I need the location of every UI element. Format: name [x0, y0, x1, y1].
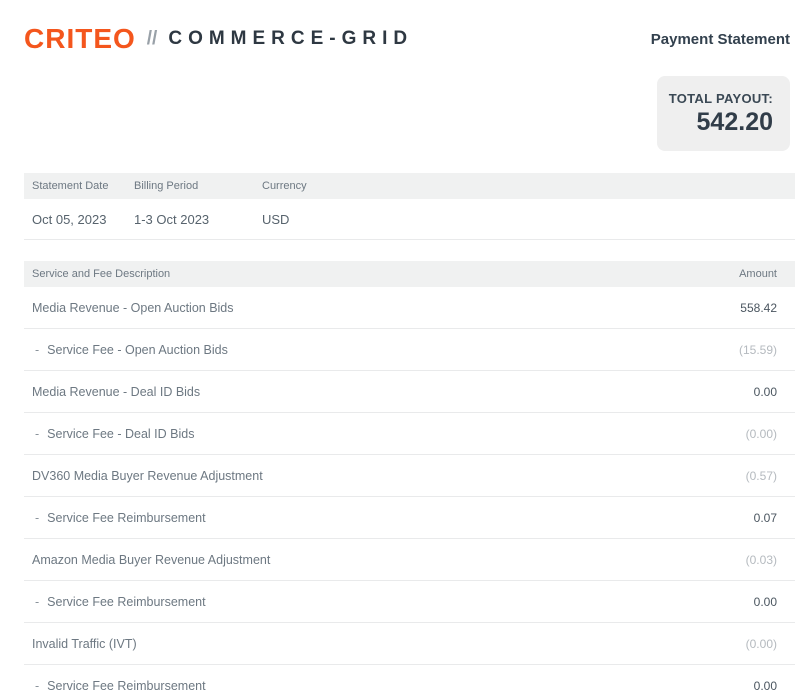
- indent-dash-marker: -: [35, 595, 39, 609]
- fee-amount: (15.59): [739, 343, 777, 357]
- total-payout-label: TOTAL PAYOUT:: [657, 91, 773, 106]
- fee-amount: 0.00: [754, 595, 777, 609]
- fee-table-row: - Service Fee - Open Auction Bids (15.59…: [24, 329, 795, 371]
- indent-dash-marker: -: [35, 679, 39, 693]
- fee-description: - Service Fee - Open Auction Bids: [32, 343, 228, 357]
- fees-table: Service and Fee Description Amount - Med…: [24, 261, 795, 697]
- fee-amount: (0.57): [746, 469, 777, 483]
- fee-table-row: - Service Fee Reimbursement 0.07: [24, 497, 795, 539]
- logo-separator-slashes: //: [147, 28, 158, 50]
- indent-dash-marker: -: [35, 427, 39, 441]
- fee-table-row: - Amazon Media Buyer Revenue Adjustment …: [24, 539, 795, 581]
- fee-description: - Service Fee Reimbursement: [32, 679, 206, 693]
- statement-info-table: Statement Date Billing Period Currency O…: [24, 173, 795, 240]
- payment-statement-page: CRITEO // COMMERCE-GRID Payment Statemen…: [0, 0, 811, 697]
- total-payout-box: TOTAL PAYOUT: 542.20: [657, 76, 790, 151]
- fees-table-header-row: Service and Fee Description Amount: [24, 261, 795, 287]
- fee-description: - Media Revenue - Open Auction Bids: [32, 301, 234, 315]
- statement-info-value-row: Oct 05, 2023 1-3 Oct 2023 USD: [24, 199, 795, 240]
- fee-description: - Service Fee - Deal ID Bids: [32, 427, 194, 441]
- criteo-logo: CRITEO: [24, 23, 136, 55]
- fee-table-row: - Media Revenue - Open Auction Bids 558.…: [24, 287, 795, 329]
- fee-table-row: - DV360 Media Buyer Revenue Adjustment (…: [24, 455, 795, 497]
- fee-description: - Media Revenue - Deal ID Bids: [32, 385, 200, 399]
- fee-table-row: - Service Fee Reimbursement 0.00: [24, 581, 795, 623]
- fee-amount: (0.00): [746, 637, 777, 651]
- service-fee-description-header: Service and Fee Description: [32, 268, 170, 280]
- amount-header: Amount: [739, 268, 777, 280]
- fee-amount: (0.03): [746, 553, 777, 567]
- indent-dash-marker: -: [35, 343, 39, 357]
- billing-period-value: 1-3 Oct 2023: [134, 212, 262, 227]
- payout-section: TOTAL PAYOUT: 542.20: [0, 76, 811, 151]
- currency-header: Currency: [262, 180, 795, 192]
- statement-info-header-row: Statement Date Billing Period Currency: [24, 173, 795, 199]
- billing-period-header: Billing Period: [134, 180, 262, 192]
- header: CRITEO // COMMERCE-GRID Payment Statemen…: [0, 0, 811, 55]
- fee-amount: (0.00): [746, 427, 777, 441]
- fee-description: - Invalid Traffic (IVT): [32, 637, 137, 651]
- statement-date-header: Statement Date: [32, 180, 134, 192]
- commerce-grid-wordmark: COMMERCE-GRID: [168, 28, 413, 50]
- fee-table-row: - Service Fee - Deal ID Bids (0.00): [24, 413, 795, 455]
- fee-amount: 0.07: [754, 511, 777, 525]
- fee-table-row: - Invalid Traffic (IVT) (0.00): [24, 623, 795, 665]
- brand-logo: CRITEO // COMMERCE-GRID: [24, 23, 413, 55]
- fee-amount: 0.00: [754, 679, 777, 693]
- indent-dash-marker: -: [35, 511, 39, 525]
- fee-description: - Service Fee Reimbursement: [32, 511, 206, 525]
- fee-table-row: - Media Revenue - Deal ID Bids 0.00: [24, 371, 795, 413]
- fee-amount: 0.00: [754, 385, 777, 399]
- fee-description: - Amazon Media Buyer Revenue Adjustment: [32, 553, 270, 567]
- currency-value: USD: [262, 212, 795, 227]
- fee-table-row: - Service Fee Reimbursement 0.00: [24, 665, 795, 697]
- fee-amount: 558.42: [740, 301, 777, 315]
- statement-date-value: Oct 05, 2023: [32, 212, 134, 227]
- fee-description: - Service Fee Reimbursement: [32, 595, 206, 609]
- total-payout-value: 542.20: [657, 108, 773, 137]
- fees-table-body: - Media Revenue - Open Auction Bids 558.…: [24, 287, 795, 697]
- page-title: Payment Statement: [651, 31, 790, 48]
- fee-description: - DV360 Media Buyer Revenue Adjustment: [32, 469, 263, 483]
